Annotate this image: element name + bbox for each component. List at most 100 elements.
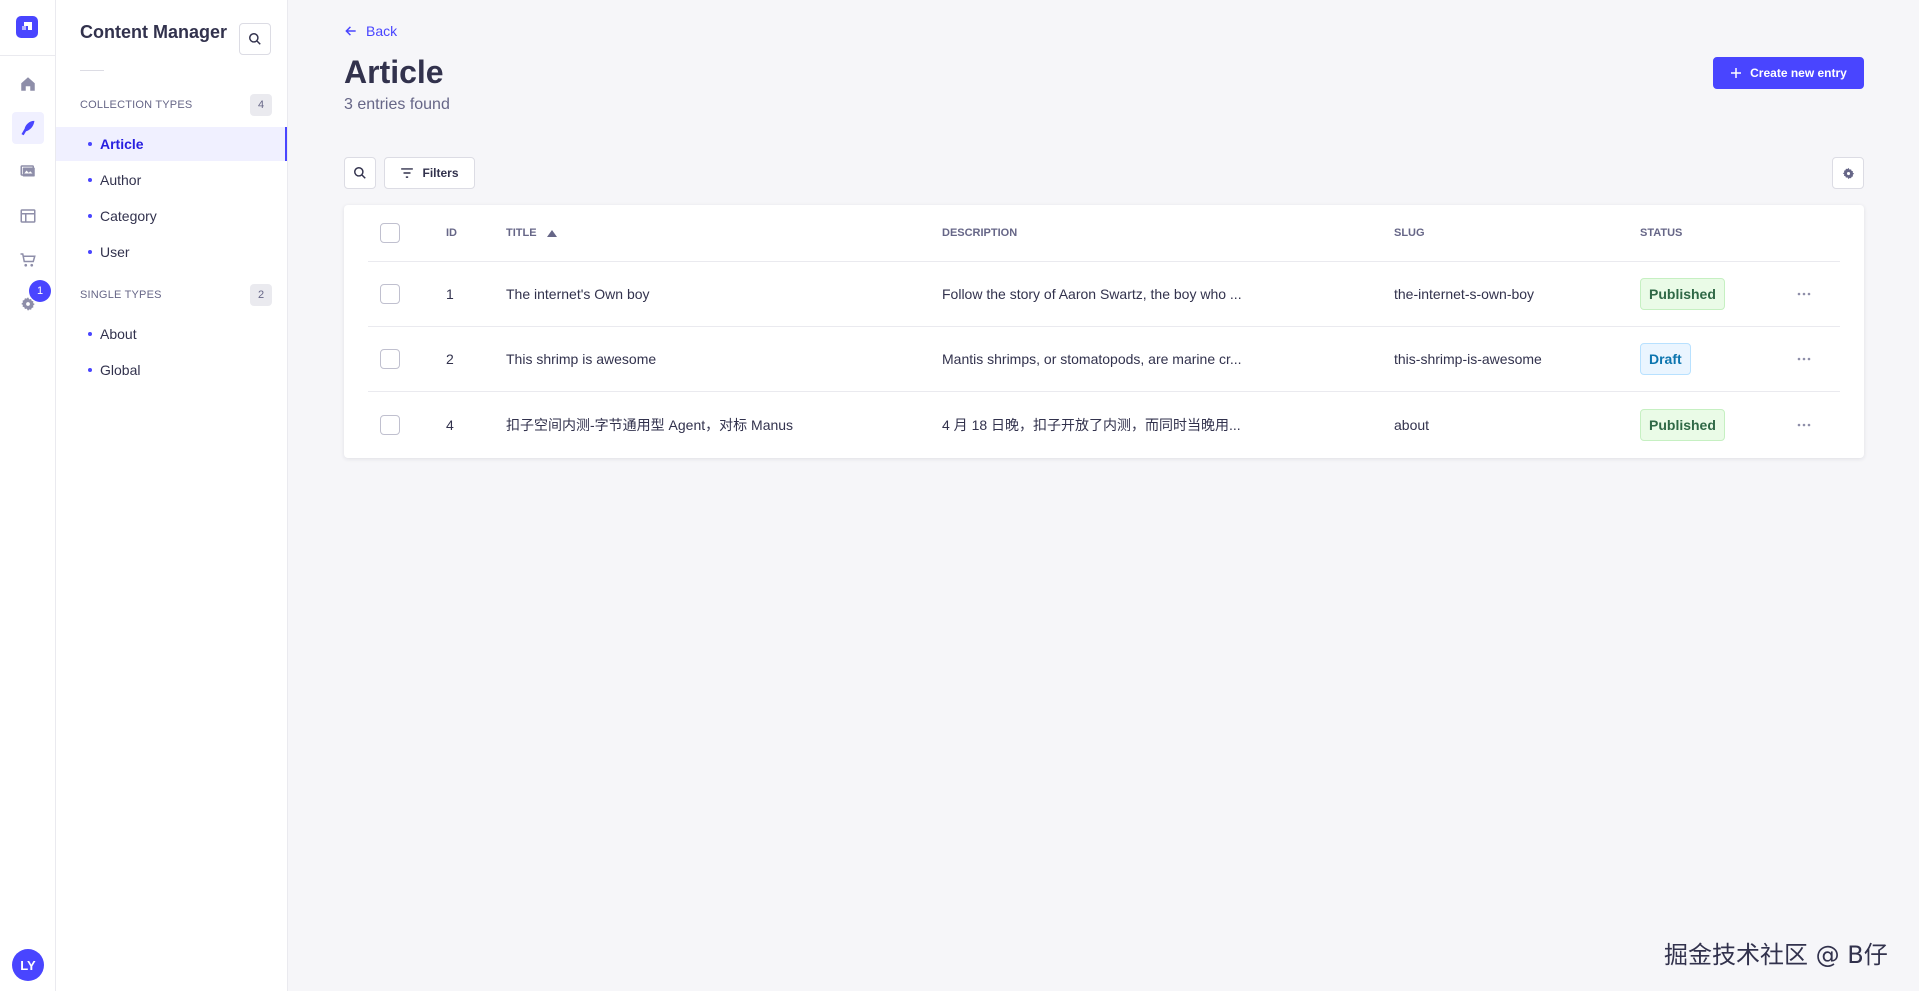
back-label: Back bbox=[366, 23, 398, 39]
entries-table: ID Title Description Slug Status 1 The i… bbox=[344, 205, 1864, 458]
subnav-item-label: About bbox=[100, 326, 137, 342]
subnav-item-label: User bbox=[100, 244, 130, 260]
filter-icon bbox=[401, 168, 414, 178]
row-actions-cell bbox=[1792, 392, 1816, 457]
row-slug: about bbox=[1394, 416, 1430, 433]
search-icon bbox=[249, 33, 261, 45]
marketplace-icon[interactable] bbox=[12, 244, 44, 276]
table-search-button[interactable] bbox=[344, 157, 376, 189]
filters-button[interactable]: Filters bbox=[384, 157, 475, 189]
row-status-cell: Draft bbox=[1640, 327, 1691, 391]
subnav-item-label: Author bbox=[100, 172, 142, 188]
row-slug: the-internet-s-own-boy bbox=[1394, 286, 1535, 302]
column-header-status[interactable]: Status bbox=[1640, 205, 1682, 261]
content-type-builder-icon[interactable] bbox=[12, 200, 44, 232]
column-header-id[interactable]: ID bbox=[446, 205, 457, 261]
subnav-search-button[interactable] bbox=[239, 23, 271, 55]
status-badge: Draft bbox=[1640, 343, 1691, 375]
collection-types-count: 4 bbox=[250, 94, 272, 116]
single-types-header: Single types 2 bbox=[80, 284, 272, 306]
row-select-cell bbox=[380, 327, 400, 391]
strapi-logo-icon[interactable] bbox=[16, 16, 38, 38]
ellipsis-icon bbox=[1797, 292, 1811, 296]
single-types-label: Single types bbox=[80, 289, 162, 301]
subnav-item-label: Category bbox=[100, 208, 157, 224]
subnav-item-label: Global bbox=[100, 362, 141, 378]
row-select-cell bbox=[380, 392, 400, 457]
back-link[interactable]: Back bbox=[344, 23, 397, 39]
row-status-cell: Published bbox=[1640, 392, 1725, 457]
status-badge: Published bbox=[1640, 408, 1725, 441]
row-slug: this-shrimp-is-awesome bbox=[1394, 351, 1542, 367]
table-row[interactable]: 4 扣子空间内测-字节通用型 Agent，对标 Manus 4 月 18 日晚，… bbox=[368, 392, 1840, 457]
subnav-divider bbox=[80, 70, 104, 71]
bullet-icon bbox=[88, 214, 92, 218]
entries-count: 3 entries found bbox=[344, 96, 450, 113]
row-checkbox[interactable] bbox=[380, 414, 400, 435]
more-actions-button[interactable] bbox=[1792, 347, 1816, 371]
subnav-item-user[interactable]: User bbox=[56, 235, 287, 269]
gear-icon bbox=[1842, 167, 1854, 179]
view-settings-button[interactable] bbox=[1832, 157, 1864, 189]
row-checkbox[interactable] bbox=[380, 349, 400, 369]
subnav-item-label: Article bbox=[100, 136, 144, 152]
subnav-item-category[interactable]: Category bbox=[56, 199, 287, 233]
plus-icon bbox=[1731, 68, 1742, 78]
create-new-entry-label: Create new entry bbox=[1750, 66, 1847, 80]
subnav-item-global[interactable]: Global bbox=[56, 353, 287, 387]
table-row[interactable]: 1 The internet's Own boy Follow the stor… bbox=[368, 262, 1840, 327]
bullet-icon bbox=[88, 368, 92, 372]
collection-types-label: Collection types bbox=[80, 99, 193, 111]
row-description: Follow the story of Aaron Swartz, the bo… bbox=[942, 286, 1242, 302]
content-manager-subnav: Content Manager Collection types 4 Artic… bbox=[56, 0, 288, 991]
main-nav-rail: 1 LY bbox=[0, 0, 56, 991]
rail-divider bbox=[0, 55, 56, 56]
subnav-item-article[interactable]: Article bbox=[56, 127, 287, 161]
ellipsis-icon bbox=[1797, 357, 1811, 361]
select-all-cell bbox=[380, 205, 400, 261]
column-header-title[interactable]: Title bbox=[506, 205, 557, 261]
table-header-row: ID Title Description Slug Status bbox=[368, 205, 1840, 262]
home-icon[interactable] bbox=[12, 68, 44, 100]
page-title: Article bbox=[344, 54, 444, 90]
status-badge: Published bbox=[1640, 278, 1725, 310]
bullet-icon bbox=[88, 250, 92, 254]
bullet-icon bbox=[88, 178, 92, 182]
row-title: 扣子空间内测-字节通用型 Agent，对标 Manus bbox=[506, 416, 794, 433]
media-library-icon[interactable] bbox=[12, 156, 44, 188]
row-checkbox[interactable] bbox=[380, 284, 400, 304]
collection-types-header: Collection types 4 bbox=[80, 94, 272, 116]
row-actions-cell bbox=[1792, 327, 1816, 391]
more-actions-button[interactable] bbox=[1792, 413, 1816, 437]
row-status-cell: Published bbox=[1640, 262, 1725, 326]
column-header-title-label: Title bbox=[506, 227, 537, 239]
row-description: 4 月 18 日晚，扣子开放了内测，而同时当晚用... bbox=[942, 416, 1241, 433]
settings-notification-badge: 1 bbox=[29, 280, 51, 302]
select-all-checkbox[interactable] bbox=[380, 223, 400, 243]
search-icon bbox=[354, 167, 366, 179]
more-actions-button[interactable] bbox=[1792, 282, 1816, 306]
column-header-slug[interactable]: Slug bbox=[1394, 205, 1425, 261]
filters-label: Filters bbox=[422, 166, 459, 180]
subnav-title: Content Manager bbox=[80, 22, 228, 42]
row-description: Mantis shrimps, or stomatopods, are mari… bbox=[942, 351, 1242, 367]
user-avatar[interactable]: LY bbox=[12, 949, 44, 981]
row-select-cell bbox=[380, 262, 400, 326]
content-manager-icon[interactable] bbox=[12, 112, 44, 144]
sort-ascending-icon bbox=[546, 229, 557, 237]
bullet-icon bbox=[88, 142, 92, 146]
column-header-description[interactable]: Description bbox=[942, 205, 1017, 261]
row-id: 2 bbox=[446, 351, 454, 367]
table-row[interactable]: 2 This shrimp is awesome Mantis shrimps,… bbox=[368, 327, 1840, 392]
bullet-icon bbox=[88, 332, 92, 336]
subnav-item-author[interactable]: Author bbox=[56, 163, 287, 197]
subnav-item-about[interactable]: About bbox=[56, 317, 287, 351]
row-id: 4 bbox=[446, 416, 454, 433]
arrow-left-icon bbox=[345, 26, 356, 36]
row-actions-cell bbox=[1792, 262, 1816, 326]
create-new-entry-button[interactable]: Create new entry bbox=[1713, 57, 1864, 89]
row-title: This shrimp is awesome bbox=[506, 351, 657, 367]
row-title: The internet's Own boy bbox=[506, 286, 650, 302]
row-id: 1 bbox=[446, 286, 454, 302]
watermark-text: 掘金技术社区 @ B仔 bbox=[1664, 941, 1888, 969]
